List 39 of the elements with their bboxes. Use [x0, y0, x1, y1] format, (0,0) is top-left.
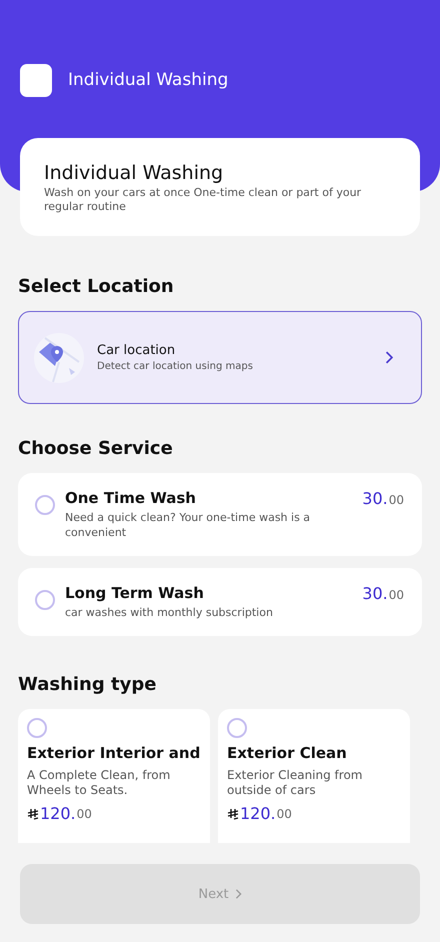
- price-cents: 00: [388, 588, 404, 602]
- location-title: Car location: [97, 343, 176, 358]
- intro-title: Individual Washing: [44, 162, 224, 184]
- washing-type-name: Exterior Clean: [227, 744, 348, 762]
- chevron-right-icon: [234, 889, 242, 899]
- price-cents: 00: [276, 806, 292, 820]
- price: 30.: [362, 584, 388, 603]
- price: 120.: [240, 804, 276, 823]
- chevron-right-icon: [384, 351, 393, 364]
- map-pin-icon: [33, 332, 85, 384]
- washing-type-card[interactable]: Exterior Clean Exterior Cleaning from outside of cars 120.00: [218, 709, 410, 843]
- service-description: Need a quick clean? Your one-time wash is a convenient: [65, 510, 312, 540]
- section-title: Select Location: [18, 276, 175, 297]
- currency-icon: [27, 808, 39, 820]
- radio-button[interactable]: [35, 590, 55, 610]
- radio-button[interactable]: [35, 495, 55, 515]
- service-card[interactable]: Long Term Wash car washes with monthly subscription 30.00: [18, 568, 422, 636]
- location-card[interactable]: Car location Detect car location using maps: [18, 311, 422, 404]
- service-name: Long Term Wash: [65, 584, 205, 602]
- intro-description: Wash on your cars at once One-time clean or part of your regular routine: [44, 186, 362, 214]
- service-card[interactable]: One Time Wash Need a quick clean? Your one-time wash is a convenient 30.00: [18, 473, 422, 556]
- section-title: Washing type: [18, 674, 158, 695]
- price-cents: 00: [76, 806, 92, 820]
- price-cents: 00: [388, 493, 404, 507]
- washing-type-card[interactable]: Exterior Interior and A Complete Clean, from Wheels to Seats. 120.00: [18, 709, 210, 843]
- location-subtitle: Detect car location using maps: [97, 361, 254, 372]
- service-name: One Time Wash: [65, 489, 197, 507]
- back-button[interactable]: [20, 64, 52, 97]
- radio-button[interactable]: [227, 718, 247, 738]
- section-title: Choose Service: [18, 438, 174, 459]
- currency-icon: [227, 808, 239, 820]
- price: 120.: [40, 804, 76, 823]
- washing-type-description: A Complete Clean, from Wheels to Seats.: [27, 768, 172, 798]
- service-description: car washes with monthly subscription: [65, 605, 274, 620]
- page-title: Individual Washing: [68, 70, 228, 90]
- washing-type-description: Exterior Cleaning from outside of cars: [227, 768, 364, 798]
- price: 30.: [362, 489, 388, 508]
- washing-type-name: Exterior Interior and: [27, 744, 201, 762]
- radio-button[interactable]: [27, 718, 47, 738]
